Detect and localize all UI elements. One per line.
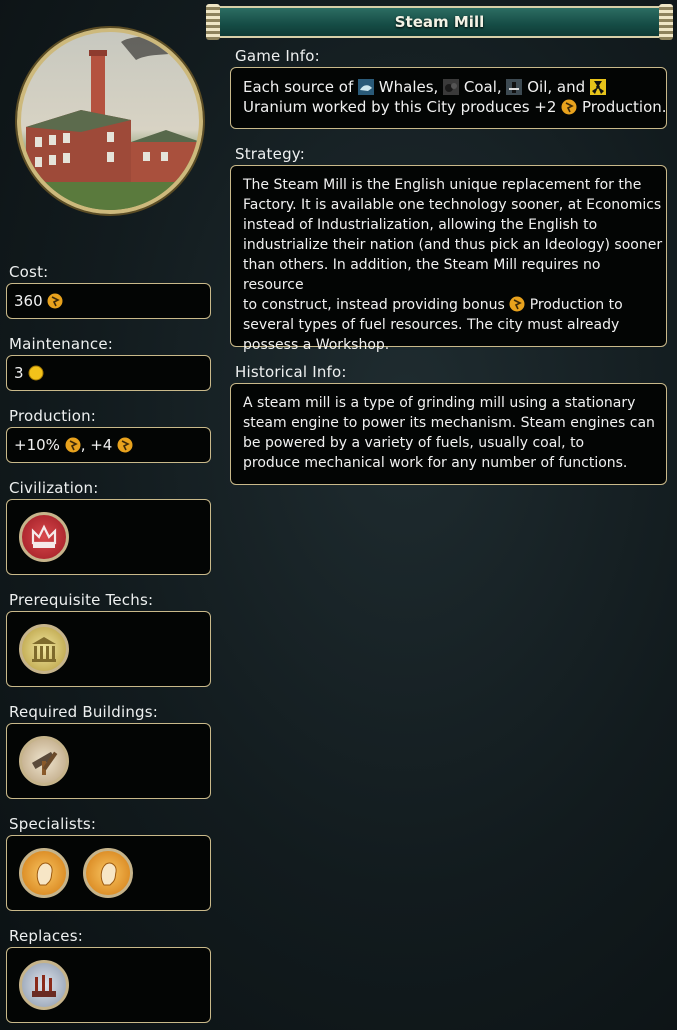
england-crown-icon[interactable] [19,512,69,562]
strategy-line: Production to [529,297,623,313]
production-label: Production: [9,407,97,425]
required-buildings-box [6,723,211,799]
game-info-text: Each source of [243,78,354,96]
production-icon [561,99,577,115]
production-flat: , +4 [80,436,113,454]
game-info-text: Coal, [463,78,502,96]
great-engineer-icon[interactable] [19,848,69,898]
strategy-label: Strategy: [235,145,306,163]
production-icon [509,296,525,312]
page-title-bar: Steam Mill [206,4,673,40]
maintenance-value: 3 [14,364,24,382]
strategy-line: to construct, instead providing bonus [243,297,505,313]
strategy-line: than others. In addition, the Steam Mill… [243,257,601,293]
production-pct: +10% [14,436,60,454]
replaces-box [6,947,211,1023]
game-info-text: Oil, and [527,78,586,96]
cost-value: 360 [14,292,43,310]
historical-line: A steam mill is a type of grinding mill … [243,395,636,411]
strategy-line: possess a Workshop. [243,337,390,353]
historical-line: produce mechanical work for any number o… [243,455,628,471]
specialists-box [6,835,211,911]
historical-line: be powered by a variety of fuels, usuall… [243,435,585,451]
game-info-text: Uranium worked by this City produces +2 [243,98,557,116]
game-info-text: Whales, [378,78,439,96]
cost-box: 360 [6,283,211,319]
strategy-line: several types of fuel resources. The cit… [243,317,620,333]
title-cap-right [659,4,673,40]
prereq-label: Prerequisite Techs: [9,591,154,609]
gold-icon [28,365,44,381]
maintenance-label: Maintenance: [9,335,114,353]
cost-label: Cost: [9,263,49,281]
game-info-label: Game Info: [235,47,320,65]
uranium-icon [589,79,606,95]
title-cap-left [206,4,220,40]
page-title: Steam Mill [394,13,485,31]
strategy-line: Factory. It is available one technology … [243,197,662,213]
steam-mill-image [21,36,199,210]
workshop-icon[interactable] [19,736,69,786]
oil-icon [506,79,523,95]
specialists-label: Specialists: [9,815,97,833]
historical-info-label: Historical Info: [235,363,347,381]
economics-tech-icon[interactable] [19,624,69,674]
strategy-line: instead of Industrialization, allowing t… [243,217,598,233]
great-engineer-icon[interactable] [83,848,133,898]
production-box: +10% , +4 [6,427,211,463]
civilization-box [6,499,211,575]
strategy-box: The Steam Mill is the English unique rep… [230,165,667,353]
coal-icon [443,79,460,95]
historical-line: steam engine to power its mechanism. Ste… [243,415,655,431]
strategy-line: The Steam Mill is the English unique rep… [243,177,642,193]
factory-icon[interactable] [19,960,69,1010]
game-info-box: Each source of Whales, Coal, Oil, and Ur… [230,67,667,129]
whales-icon [358,79,375,95]
strategy-line: industrialize their nation (and thus pic… [243,237,663,253]
civilization-label: Civilization: [9,479,99,497]
production-icon [117,437,133,453]
production-icon [47,293,63,309]
production-icon [65,437,81,453]
game-info-text: Production. [581,98,667,116]
prereq-box [6,611,211,687]
historical-info-box: A steam mill is a type of grinding mill … [230,383,667,485]
required-buildings-label: Required Buildings: [9,703,159,721]
replaces-label: Replaces: [9,927,84,945]
building-portrait [17,28,203,214]
maintenance-box: 3 [6,355,211,391]
